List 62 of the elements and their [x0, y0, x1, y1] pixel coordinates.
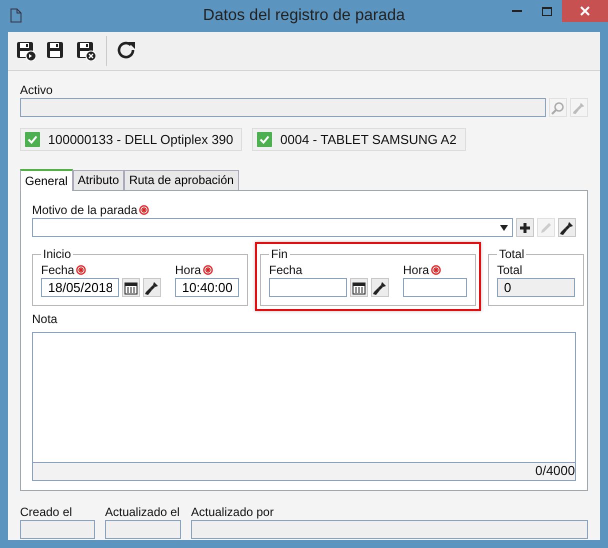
save-close-button[interactable]: [74, 39, 98, 63]
tab[interactable]: General: [20, 169, 73, 191]
field-label: Nota: [32, 312, 58, 326]
field-label: Fecha: [269, 263, 304, 277]
total-field[interactable]: 0: [497, 278, 575, 297]
field-label: Hora: [175, 263, 239, 277]
asset-tag[interactable]: 100000133 - DELL Optiplex 390: [20, 128, 242, 151]
field-label: Fecha: [41, 263, 161, 277]
calendar-button[interactable]: [350, 278, 368, 297]
character-counter: 0/4000: [33, 463, 575, 480]
asset-tag[interactable]: 0004 - TABLET SAMSUNG A2: [252, 128, 466, 151]
group-title: Total: [498, 247, 526, 261]
required-icon: [203, 265, 214, 275]
brush-icon: [144, 280, 160, 296]
readonly-field[interactable]: [20, 520, 95, 539]
brush-icon: [572, 100, 586, 114]
field-label: Motivo de la parada: [32, 203, 576, 217]
field-label: Actualizado por: [191, 505, 275, 519]
date-field[interactable]: [269, 278, 347, 297]
plus-icon: [520, 222, 530, 232]
close-button[interactable]: [562, 0, 608, 22]
clear-button[interactable]: [371, 278, 389, 297]
document-icon: [10, 8, 22, 23]
asset-name: 0004 - TABLET SAMSUNG A2: [280, 132, 457, 147]
time-field[interactable]: 10:40:00: [175, 278, 239, 297]
calendar-icon: [123, 280, 139, 296]
checkbox[interactable]: [25, 132, 40, 147]
readonly-field[interactable]: [191, 520, 588, 539]
calendar-button[interactable]: [122, 278, 140, 297]
clear-button[interactable]: [558, 218, 576, 237]
asset-name: 100000133 - DELL Optiplex 390: [48, 132, 234, 147]
required-icon: [431, 265, 442, 275]
field-label: Actualizado el: [105, 505, 181, 519]
group-title: Inicio: [42, 247, 72, 261]
pencil-icon: [539, 220, 554, 234]
save-new-button[interactable]: [14, 39, 38, 63]
field-label: Creado el: [20, 505, 74, 519]
tab[interactable]: Ruta de aprobación: [124, 170, 239, 190]
field-label: Total: [497, 263, 524, 277]
brush-icon: [372, 280, 388, 296]
clear-button[interactable]: [143, 278, 161, 297]
dropdown-arrow-icon: [500, 224, 508, 230]
window-title: Datos del registro de parada: [202, 7, 406, 25]
brush-icon: [559, 220, 575, 236]
close-icon: [580, 6, 590, 16]
refresh-icon: [117, 41, 137, 61]
minimize-icon: [512, 10, 522, 12]
field-label: Hora: [403, 263, 467, 277]
add-button[interactable]: [516, 218, 534, 237]
time-field[interactable]: [403, 278, 467, 297]
group-title: Fin: [270, 247, 289, 261]
required-icon: [76, 265, 86, 275]
required-icon: [139, 205, 150, 215]
field-label: Activo: [20, 83, 54, 97]
readonly-field[interactable]: [105, 520, 181, 539]
maximize-icon: [542, 6, 552, 16]
search-icon: [551, 100, 566, 114]
note-field[interactable]: 0/4000: [32, 332, 576, 481]
checkbox[interactable]: [257, 132, 272, 147]
asset-field[interactable]: [20, 98, 546, 117]
tab[interactable]: Atributo: [72, 170, 124, 190]
calendar-icon: [351, 280, 367, 296]
